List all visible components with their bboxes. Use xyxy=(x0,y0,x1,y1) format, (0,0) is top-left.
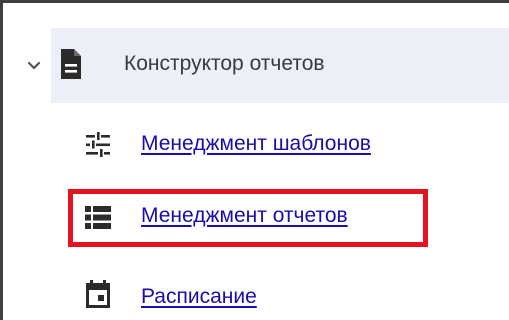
nav-item-label[interactable]: Менеджмент шаблонов xyxy=(141,132,371,156)
nav-item-schedule[interactable]: Расписание xyxy=(3,265,509,320)
nav-item-report-management[interactable]: Менеджмент отчетов xyxy=(3,186,509,246)
sliders-icon xyxy=(86,132,110,157)
calendar-icon xyxy=(86,280,110,308)
chevron-down-icon[interactable] xyxy=(24,56,44,76)
document-icon xyxy=(61,49,81,79)
reports-nav-panel: Конструктор отчетов Менеджмент шаблонов xyxy=(0,0,509,320)
section-title: Конструктор отчетов xyxy=(124,52,325,75)
nav-item-label[interactable]: Менеджмент отчетов xyxy=(141,204,348,228)
list-icon xyxy=(85,206,111,229)
section-header-report-builder[interactable]: Конструктор отчетов xyxy=(6,28,509,103)
nav-item-template-management[interactable]: Менеджмент шаблонов xyxy=(3,116,509,176)
nav-item-label[interactable]: Расписание xyxy=(141,285,257,309)
